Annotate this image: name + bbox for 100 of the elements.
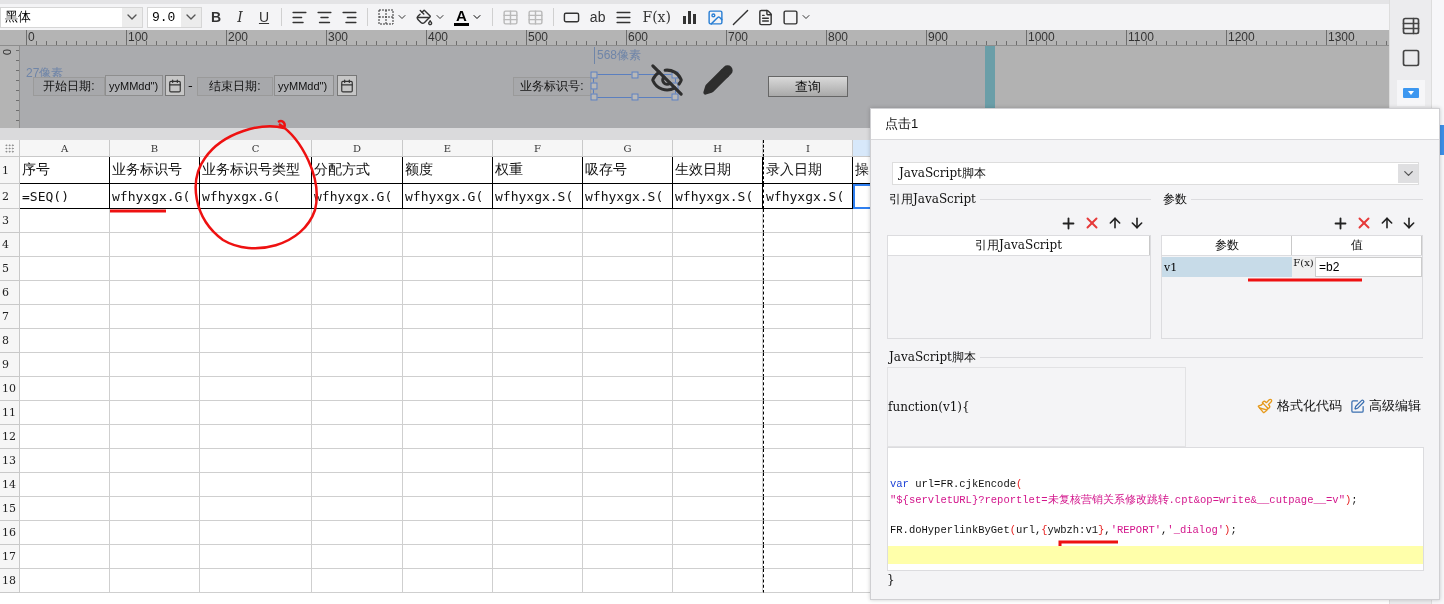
table-cell: wfhyxgx.G( xyxy=(200,184,312,209)
document-icon xyxy=(756,8,774,26)
table-cell: wfhyxgx.S( xyxy=(583,184,673,209)
group-title: 引用JavaScript xyxy=(888,190,976,208)
group-title: 参数 xyxy=(1162,190,1187,208)
calendar-button[interactable] xyxy=(337,75,357,96)
table-cell: wfhyxgx.G( xyxy=(403,184,493,209)
advanced-edit-button[interactable]: 高级编辑 xyxy=(1350,397,1421,415)
column-header[interactable]: F xyxy=(493,140,583,157)
delete-icon xyxy=(1355,214,1373,232)
sheet-corner[interactable] xyxy=(0,140,20,157)
row-header[interactable]: 9 xyxy=(0,353,20,377)
delete-icon xyxy=(1083,214,1101,232)
dropdown-icon xyxy=(1402,88,1419,98)
row-header[interactable]: 10 xyxy=(0,377,20,401)
type-select[interactable]: JavaScript脚本 xyxy=(892,162,1419,185)
dialog-title: 点击1 xyxy=(871,109,1439,140)
font-select[interactable]: 黑体 xyxy=(0,6,143,28)
bar-chart-icon xyxy=(680,8,699,26)
text-widget-button[interactable]: ab xyxy=(585,6,610,28)
row-header[interactable]: 1 xyxy=(0,157,20,184)
format-code-button[interactable]: 格式化代码 xyxy=(1257,397,1342,415)
ruler-label: 400 xyxy=(428,30,449,45)
edit-icon xyxy=(1350,398,1365,414)
end-date-field[interactable]: yyMMdd") xyxy=(274,75,334,96)
table-cell: 分配方式 xyxy=(312,157,403,184)
column-header[interactable]: E xyxy=(403,140,493,157)
row-header[interactable]: 2 xyxy=(0,184,20,209)
code-editor[interactable]: var url=FR.cjkEncode( "${servletURL}?reportlet=未复核营销关系修改跳转.cpt&op=write&__cutpage__=v"); FR.doHyperlinkByGet(url,{ywbzh:v1},'REPORT','_dialog'); xyxy=(887,447,1424,571)
row-header[interactable]: 16 xyxy=(0,521,20,545)
font-size-select[interactable]: 9.0 xyxy=(147,6,202,28)
bold-button[interactable]: B xyxy=(206,6,226,28)
end-date-label: 结束日期: xyxy=(197,77,273,96)
move-down-button[interactable] xyxy=(1401,215,1417,231)
row-header[interactable]: 7 xyxy=(0,305,20,329)
row-header[interactable]: 13 xyxy=(0,449,20,473)
frame-button[interactable] xyxy=(1400,48,1421,68)
row-header[interactable]: 5 xyxy=(0,257,20,281)
table-cell: =SEQ() xyxy=(20,184,110,209)
delete-button[interactable] xyxy=(1355,214,1373,232)
move-up-button[interactable] xyxy=(1379,215,1395,231)
table-icon xyxy=(501,8,519,26)
function-closing: } xyxy=(887,573,895,587)
paint-bucket-icon xyxy=(416,8,433,26)
column-header[interactable]: D xyxy=(312,140,403,157)
square-icon xyxy=(1400,48,1421,68)
row-header[interactable]: 17 xyxy=(0,545,20,569)
column-header[interactable]: H xyxy=(673,140,763,157)
row-header[interactable]: 11 xyxy=(0,401,20,425)
group-title: JavaScript脚本 xyxy=(887,348,976,366)
column-header[interactable]: I xyxy=(763,140,853,157)
code-line: FR.doHyperlinkByGet(url,{ywbzh:v1},'REPORT','_dialog'); xyxy=(889,523,1238,538)
row-header[interactable]: 15 xyxy=(0,497,20,521)
table-cell: wfhyxgx.S( xyxy=(673,184,763,209)
table-cell: 权重 xyxy=(493,157,583,184)
table-cell: 生效日期 xyxy=(673,157,763,184)
calendar-button[interactable] xyxy=(165,75,185,96)
cell-properties-button[interactable] xyxy=(1400,16,1421,36)
ruler-label: 200 xyxy=(228,30,249,45)
formula-button[interactable]: F(x) xyxy=(638,6,675,28)
underline-button[interactable]: U xyxy=(254,6,274,28)
column-header[interactable]: G xyxy=(583,140,673,157)
column-header[interactable]: C xyxy=(200,140,312,157)
ruler-label: 300 xyxy=(328,30,349,45)
row-header[interactable]: 6 xyxy=(0,281,20,305)
row-header[interactable]: 4 xyxy=(0,233,20,257)
calendar-icon xyxy=(168,78,182,93)
ruler-label: 500 xyxy=(528,30,549,45)
formula-button[interactable]: F(x) xyxy=(1292,257,1315,277)
row-header[interactable]: 12 xyxy=(0,425,20,449)
move-up-button[interactable] xyxy=(1107,215,1123,231)
range-separator: - xyxy=(188,78,193,93)
row-header[interactable]: 3 xyxy=(0,209,20,233)
table-header: 参数 xyxy=(1162,236,1292,255)
column-header[interactable]: A xyxy=(20,140,110,157)
row-header[interactable]: 18 xyxy=(0,569,20,593)
move-down-button[interactable] xyxy=(1129,215,1145,231)
ruler-label: 1100 xyxy=(1128,30,1154,45)
row-header[interactable]: 14 xyxy=(0,473,20,497)
table-cell: wfhyxgx.S( xyxy=(493,184,583,209)
table-header: 引用JavaScript xyxy=(888,236,1150,255)
font-color-button[interactable]: A xyxy=(452,6,485,28)
ruler-label: 800 xyxy=(828,30,849,45)
square-icon xyxy=(781,8,799,26)
slash-icon xyxy=(731,8,749,26)
row-header[interactable]: 8 xyxy=(0,329,20,353)
table-cell: 业务标识号类型 xyxy=(200,157,312,184)
italic-button[interactable]: I xyxy=(230,6,250,28)
parameter-name-cell[interactable]: v1 xyxy=(1162,257,1292,277)
start-date-field[interactable]: yyMMdd") xyxy=(105,75,163,96)
ruler-label: 1300 xyxy=(1328,30,1355,45)
widget-settings-button[interactable] xyxy=(1396,80,1425,106)
scrollbar-thumb[interactable] xyxy=(1440,125,1444,155)
table-header: 值 xyxy=(1292,236,1422,255)
table-cell: 序号 xyxy=(20,157,110,184)
column-header[interactable]: B xyxy=(110,140,200,157)
width-hint: 568像素 xyxy=(594,47,642,64)
query-button[interactable]: 查询 xyxy=(768,76,848,97)
delete-button[interactable] xyxy=(1083,214,1101,232)
value-field[interactable]: =b2 xyxy=(1315,257,1422,277)
